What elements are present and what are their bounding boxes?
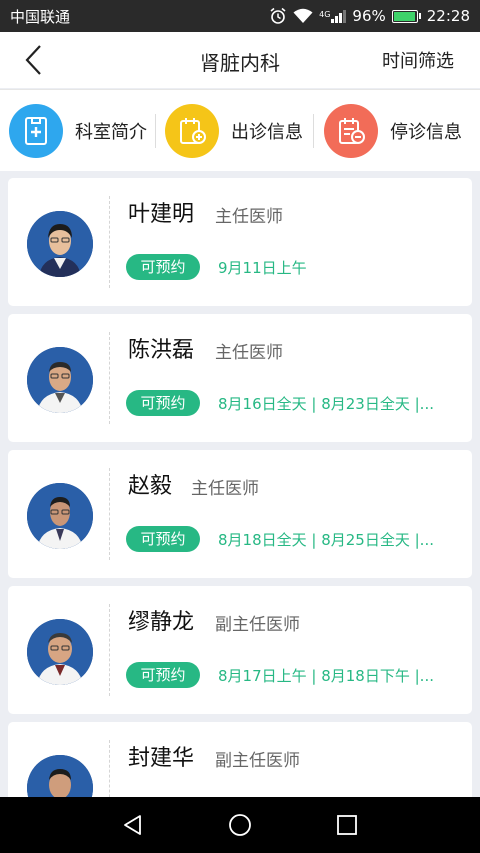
doctor-list[interactable]: 叶建明 主任医师 可预约 9月11日上午 陈洪磊 主任医师 可预约 8月16日全… xyxy=(0,171,480,797)
card-divider xyxy=(109,604,110,696)
doctor-name: 封建华 xyxy=(128,746,195,771)
app-header: 肾脏内科 时间筛选 xyxy=(0,32,480,88)
carrier-label: 中国联通 xyxy=(10,7,71,26)
doctor-avatar xyxy=(27,483,93,549)
doctor-title: 主任医师 xyxy=(215,343,283,363)
department-intro-button[interactable]: 科室简介 xyxy=(9,90,147,171)
clock-time: 22:28 xyxy=(426,7,470,25)
clinic-suspension-button[interactable]: 停诊信息 xyxy=(324,90,462,171)
schedule-text: 8月18日全天 | 8月25日全天 |... xyxy=(218,531,434,549)
wifi-icon xyxy=(293,8,313,23)
doctor-name: 赵毅 xyxy=(128,474,173,499)
cell-signal-icon: 4G xyxy=(319,9,347,23)
circle-home-icon xyxy=(229,814,251,836)
alarm-icon xyxy=(270,7,286,24)
schedule-text: 8月16日全天 | 8月23日全天 |... xyxy=(218,395,434,413)
doctor-card[interactable]: 叶建明 主任医师 可预约 9月11日上午 xyxy=(8,178,472,306)
doctor-avatar xyxy=(27,619,93,685)
schedule-text: 8月17日上午 | 8月18日下午 |... xyxy=(218,667,434,685)
doctor-card[interactable]: 封建华 副主任医师 xyxy=(8,722,472,797)
clinic-suspension-icon xyxy=(324,103,378,158)
bookable-badge: 可预约 xyxy=(126,390,200,416)
doctor-card[interactable]: 陈洪磊 主任医师 可预约 8月16日全天 | 8月23日全天 |... xyxy=(8,314,472,442)
clinic-suspension-label: 停诊信息 xyxy=(390,121,462,143)
divider xyxy=(313,113,314,148)
bookable-badge: 可预约 xyxy=(126,662,200,688)
clinic-schedule-button[interactable]: 出诊信息 xyxy=(165,90,303,171)
doctor-avatar xyxy=(27,755,93,797)
status-bar: 中国联通 4G 96% 22:28 xyxy=(0,0,480,32)
status-icons: 4G 96% 22:28 xyxy=(269,7,470,25)
battery-percent: 96% xyxy=(352,7,386,25)
doctor-title: 主任医师 xyxy=(191,479,259,499)
doctor-name: 缪静龙 xyxy=(128,610,195,635)
clinic-schedule-label: 出诊信息 xyxy=(231,121,303,143)
doctor-title: 副主任医师 xyxy=(215,615,300,635)
divider xyxy=(155,113,156,148)
card-divider xyxy=(109,332,110,424)
doctor-title: 副主任医师 xyxy=(215,751,300,771)
doctor-name: 叶建明 xyxy=(128,202,195,227)
doctor-avatar xyxy=(27,347,93,413)
doctor-name: 陈洪磊 xyxy=(128,338,195,363)
bookable-badge: 可预约 xyxy=(126,526,200,552)
system-nav-bar xyxy=(0,797,480,853)
triangle-back-icon xyxy=(124,815,142,835)
nav-back-button[interactable] xyxy=(113,805,153,845)
battery-icon xyxy=(391,9,421,23)
quick-actions: 科室简介 出诊信息 停诊信息 xyxy=(0,89,480,171)
network-type-label: 4G xyxy=(319,9,331,19)
doctor-card[interactable]: 缪静龙 副主任医师 可预约 8月17日上午 | 8月18日下午 |... xyxy=(8,586,472,714)
schedule-text: 9月11日上午 xyxy=(218,259,307,277)
clinic-schedule-icon xyxy=(165,103,219,158)
doctor-title: 主任医师 xyxy=(215,207,283,227)
card-divider xyxy=(109,196,110,288)
department-intro-label: 科室简介 xyxy=(75,121,147,143)
card-divider xyxy=(109,740,110,797)
square-recents-icon xyxy=(336,815,357,835)
nav-home-button[interactable] xyxy=(220,805,260,845)
card-divider xyxy=(109,468,110,560)
nav-recents-button[interactable] xyxy=(327,805,367,845)
time-filter-button[interactable]: 时间筛选 xyxy=(382,47,454,73)
doctor-card[interactable]: 赵毅 主任医师 可预约 8月18日全天 | 8月25日全天 |... xyxy=(8,450,472,578)
doctor-avatar xyxy=(27,211,93,277)
bookable-badge: 可预约 xyxy=(126,254,200,280)
department-intro-icon xyxy=(9,103,63,158)
